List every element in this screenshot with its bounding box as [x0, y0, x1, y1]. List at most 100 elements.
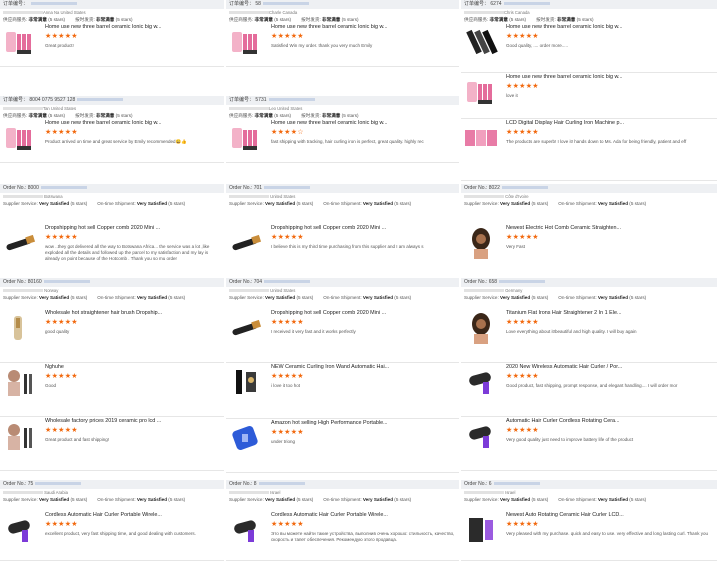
order-number[interactable]: 8000 [28, 185, 39, 191]
blurred-buyer-name [229, 11, 269, 15]
blurred-order-id [268, 98, 315, 102]
country-label: Israel [504, 490, 516, 495]
order-number-bar: Order No.: 658 [461, 278, 717, 287]
product-thumbnail-icon[interactable] [463, 76, 499, 108]
blurred-order-id [40, 186, 87, 190]
star-rating: ★★★★★ [271, 429, 304, 436]
product-thumbnail-icon[interactable] [228, 26, 264, 58]
product-title[interactable]: Titanium Flat Irons Hair Straightener 2 … [506, 310, 713, 316]
order-number[interactable]: 658 [489, 279, 497, 285]
product-title[interactable]: Automatic Hair Curler Cordless Rotating … [506, 418, 713, 424]
order-number[interactable]: 6 [489, 481, 492, 487]
order-number[interactable]: 8022 [489, 185, 500, 191]
rating-value: Very Satisfied [362, 295, 394, 300]
product-title[interactable]: Home use new three barrel ceramic Ionic … [45, 24, 220, 30]
blurred-buyer-name [229, 195, 269, 199]
product-title[interactable]: Dropshipping hot sell Copper comb 2020 M… [45, 225, 220, 231]
product-title[interactable]: Dropshipping hot sell Copper comb 2020 M… [271, 225, 455, 231]
product-thumbnail-icon[interactable] [228, 312, 264, 344]
product-thumbnail-icon[interactable] [228, 514, 264, 546]
product-title[interactable]: Newest Electric Hot Comb Ceramic Straigh… [506, 225, 713, 231]
order-number-bar: Order No.: 80160 [0, 278, 224, 287]
blurred-buyer-name [3, 289, 43, 293]
product-title[interactable]: Newest Auto Rotating Ceramic Hair Curler… [506, 512, 713, 518]
rating-stars: (5 stars) [394, 497, 412, 502]
product-thumbnail-icon[interactable] [2, 514, 38, 546]
product-thumbnail-icon[interactable] [228, 122, 264, 154]
order-label: Order No.: [229, 185, 253, 191]
review-item: Cordless Automatic Hair Curler Portable … [226, 510, 459, 560]
product-thumbnail-icon[interactable] [2, 420, 38, 452]
divider [226, 162, 459, 163]
rating-label: On-time Shipment: [323, 295, 362, 300]
product-thumbnail-icon[interactable] [463, 420, 499, 452]
review-item: Cordless Automatic Hair Curler Portable … [0, 510, 224, 560]
product-thumbnail-icon[interactable] [2, 122, 38, 154]
product-thumbnail-icon[interactable] [463, 514, 499, 546]
order-section: 订单编号： 6274 Chris Canada 供应商服务: 非常满意 (5 sta… [461, 0, 717, 181]
product-title[interactable]: 2020 New Wireless Automatic Hair Curler … [506, 364, 713, 370]
product-title[interactable]: Home use new three barrel ceramic Ionic … [506, 74, 713, 80]
review-comment: good quality [45, 329, 70, 334]
rating-stars: (5 stars) [531, 497, 549, 502]
product-title[interactable]: Home use new three barrel ceramic Ionic … [45, 120, 220, 126]
order-number[interactable]: 6274 [490, 1, 501, 7]
country-label: Norway [43, 288, 59, 293]
product-thumbnail-icon[interactable] [463, 26, 499, 58]
review-item: Newest Electric Hot Comb Ceramic Straigh… [461, 223, 717, 278]
product-title[interactable]: NEW Ceramic Curling Iron Wand Automatic … [271, 364, 455, 370]
product-thumbnail-icon[interactable] [2, 312, 38, 344]
divider [461, 470, 717, 471]
review-comment: I received it very fast and it works per… [271, 329, 356, 334]
product-thumbnail-icon[interactable] [228, 366, 264, 398]
order-label: Order No.: [3, 481, 27, 487]
product-thumbnail-icon[interactable] [463, 227, 499, 259]
product-title[interactable]: Dropshipping hot sell Copper comb 2020 M… [271, 310, 455, 316]
rating-value: Very Satisfied [597, 201, 629, 206]
order-number[interactable]: 75 [28, 481, 34, 487]
product-title[interactable]: Wholesale hot straightener hair brush Dr… [45, 310, 220, 316]
product-title[interactable]: Wholesale factory prices 2019 ceramic pr… [45, 418, 220, 424]
product-title[interactable]: Nghuhe [45, 364, 220, 370]
order-section: Order No.: 701 United States Supplier Ser… [226, 184, 459, 279]
order-number[interactable]: 5731 [255, 97, 266, 103]
product-title[interactable]: Home use new three barrel ceramic Ionic … [271, 120, 455, 126]
blurred-buyer-name [3, 11, 43, 15]
product-thumbnail-icon[interactable] [2, 227, 38, 259]
product-title[interactable]: Cordless Automatic Hair Curler Portable … [45, 512, 220, 518]
product-title[interactable]: LCD Digital Display Hair Curling Iron Ma… [506, 120, 713, 126]
blurred-order-id [35, 482, 82, 486]
blurred-buyer-name [464, 289, 504, 293]
product-thumbnail-icon[interactable] [463, 312, 499, 344]
order-number[interactable]: 8 [254, 481, 257, 487]
rating-value: Very Satisfied [500, 295, 531, 300]
buyer-country: Leo United States [226, 105, 459, 112]
order-number[interactable]: 8004 0775 9527 128 [29, 97, 75, 103]
rating-value: Very Satisfied [136, 295, 168, 300]
product-thumbnail-icon[interactable] [228, 422, 264, 454]
rating-label: Supplier Service: [229, 201, 264, 206]
order-number-bar: Order No.: 8000 [0, 184, 224, 193]
blurred-buyer-name [464, 11, 504, 15]
product-thumbnail-icon[interactable] [2, 26, 38, 58]
order-number[interactable]: 58 [255, 1, 261, 7]
review-comment: excellent product, very fast shipping ti… [45, 531, 196, 536]
buyer-country: Germany [461, 287, 717, 294]
product-thumbnail-icon[interactable] [463, 366, 499, 398]
ratings-row: Supplier Service: Very Satisfied (5 star… [226, 200, 459, 208]
review-item: Dropshipping hot sell Copper comb 2020 M… [226, 223, 459, 278]
product-title[interactable]: Home use new three barrel ceramic Ionic … [271, 24, 455, 30]
order-number[interactable]: 80160 [28, 279, 42, 285]
product-title[interactable]: Home use new three barrel ceramic Ionic … [506, 24, 713, 30]
product-title[interactable]: Amazon hot selling High Performance Port… [271, 420, 455, 426]
order-number[interactable]: 704 [254, 279, 262, 285]
product-thumbnail-icon[interactable] [228, 227, 264, 259]
rating-value: Very Satisfied [39, 295, 70, 300]
review-item: Home use new three barrel ceramic Ionic … [0, 118, 224, 162]
blurred-buyer-name [3, 107, 43, 111]
product-thumbnail-icon[interactable] [2, 366, 38, 398]
order-number[interactable]: 701 [254, 185, 262, 191]
star-rating: ★★★★★ [271, 373, 304, 380]
product-thumbnail-icon[interactable] [463, 122, 499, 154]
product-title[interactable]: Cordless Automatic Hair Curler Portable … [271, 512, 455, 518]
